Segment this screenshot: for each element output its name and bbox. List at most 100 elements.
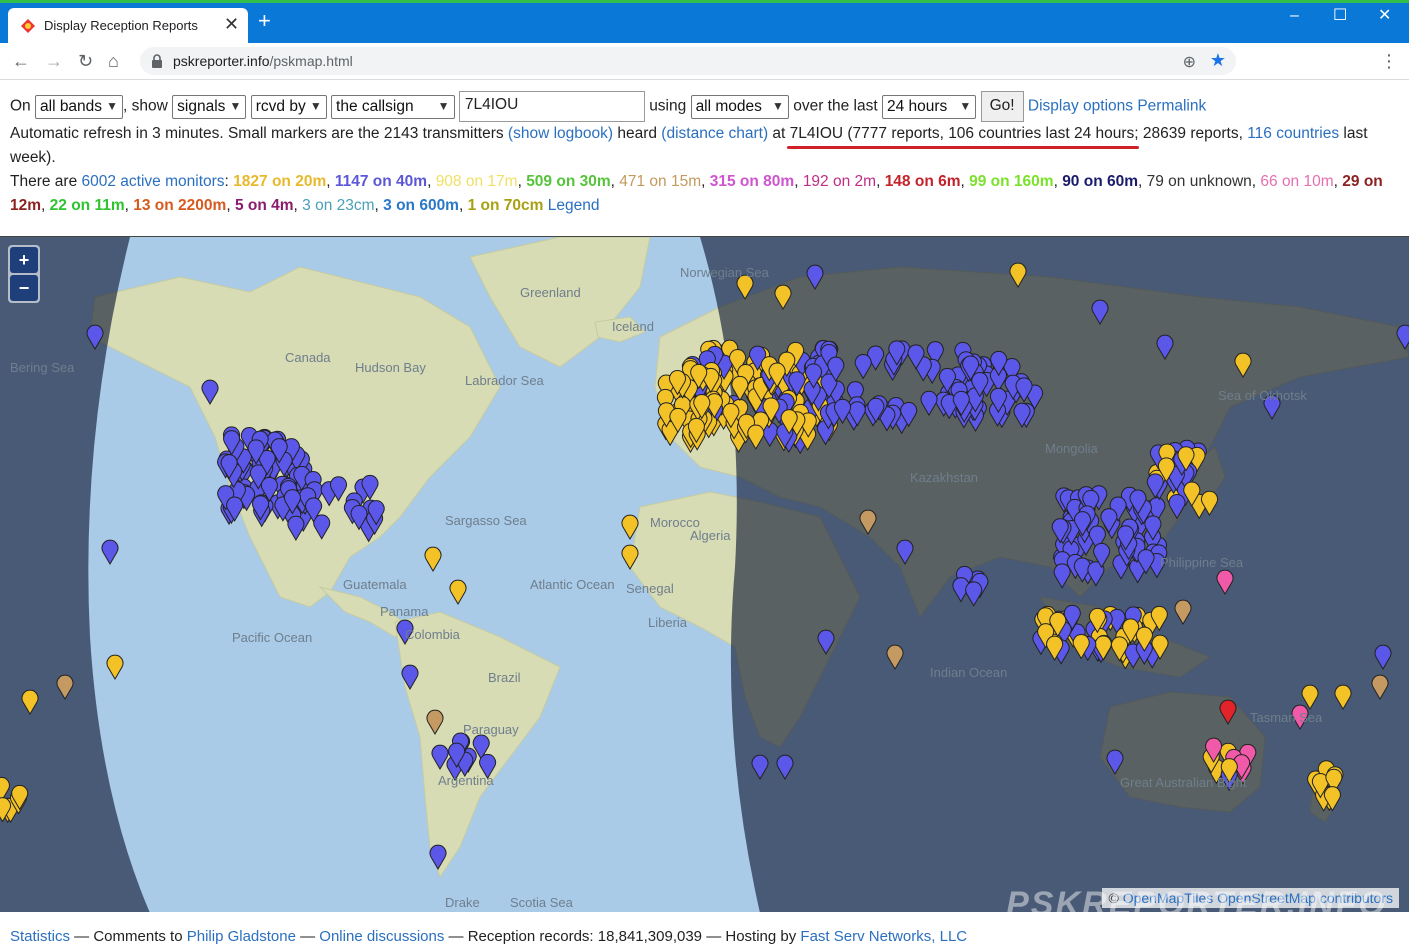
band-separator: , [41,197,50,214]
status-part4: last [1339,125,1368,142]
address-bar[interactable]: pskreporter.info/pskmap.html ⊕ ★ [140,47,1236,75]
red-underline-annotation [787,146,1139,149]
band-count: 22 on 11m [49,197,125,214]
show-label: , show [123,97,168,115]
callsign-input[interactable]: 7L4IOU [458,91,645,122]
monitor-marker[interactable] [106,654,124,680]
browser-tab[interactable]: Display Reception Reports ✕ [8,8,248,43]
minimize-button[interactable]: – [1290,6,1299,26]
on-label: On [10,97,31,115]
band-count: 1147 on 40m [334,173,428,190]
mode-select[interactable]: all modes ▼ [690,94,789,119]
monitors-colon: : [224,173,229,190]
chevron-down-icon: ▼ [772,98,784,113]
band-separator: , [374,197,384,214]
chevron-down-icon: ▼ [437,98,450,113]
band-select[interactable]: all bands ▼ [35,94,124,119]
new-tab-button[interactable]: + [258,10,271,32]
band-count: 90 on 60m [1062,173,1138,190]
bookmark-star-icon[interactable]: ★ [1210,50,1226,71]
reception-map[interactable]: Canada Hudson Bay Labrador Sea Greenland Nor… [0,236,1409,912]
page-footer: Statistics — Comments to Philip Gladston… [10,928,1400,945]
mode-value: all modes [695,97,762,115]
zoom-icon[interactable]: ⊕ [1183,52,1196,72]
status-part3: at 7L4IOU (7777 reports, 106 countries l… [768,125,1248,142]
band-separator: , [610,173,620,190]
legend-link[interactable]: Legend [548,197,600,214]
close-window-button[interactable]: ✕ [1378,6,1391,26]
browser-titlebar: Display Reception Reports ✕ + – ☐ ✕ [0,0,1409,43]
band-separator: , [326,173,335,190]
band-count: 3 on 23cm [302,197,375,214]
distance-chart-link[interactable]: (distance chart) [661,125,768,142]
titlebar-accent [0,0,1409,3]
band-count: 509 on 30m [526,173,611,190]
url-text: pskreporter.info/pskmap.html [173,53,353,69]
zoom-in-button[interactable]: + [10,247,38,273]
reload-icon[interactable]: ↻ [78,51,93,71]
band-separator: , [293,197,303,214]
display-options-link[interactable]: Display options [1028,98,1133,115]
zoom-out-button[interactable]: − [10,275,38,301]
band-separator: , [701,173,710,190]
author-link[interactable]: Philip Gladstone [187,928,296,945]
band-count: 471 on 15m [619,173,702,190]
map-label: Canada [285,350,331,365]
period-value: 24 hours [886,97,948,115]
url-path: /pskmap.html [269,53,353,69]
map-label: Hudson Bay [355,360,426,375]
band-count: 192 on 2m [802,173,877,190]
status-text: Automatic refresh in 3 minutes. Small ma… [10,122,1400,170]
band-separator: , [226,197,235,214]
show-select[interactable]: signals ▼ [172,94,247,119]
forward-arrow-icon[interactable]: → [45,51,63,71]
map-label: Bering Sea [10,360,75,375]
status-part2: heard [613,125,662,142]
map-label: Philippine Sea [1160,555,1244,570]
tab-close-icon[interactable]: ✕ [224,14,239,34]
map-label: Argentina [438,773,494,788]
monitor-marker[interactable] [101,539,119,565]
active-monitors-link[interactable]: 6002 active monitors [82,173,225,190]
using-label: using [649,97,687,115]
browser-menu-icon[interactable]: ⋮ [1380,51,1398,71]
map-label: Scotia Sea [510,895,574,910]
band-separator: , [458,197,468,214]
hosting-link[interactable]: Fast Serv Networks, LLC [800,928,967,945]
query-row: On all bands ▼, show signals ▼ rcvd by ▼ th… [10,91,1405,122]
footer-sep3: — Reception records: 18,841,309,039 — Ho… [444,928,801,945]
map-canvas: Canada Hudson Bay Labrador Sea Greenland Nor… [0,237,1409,912]
map-label: Atlantic Ocean [530,577,615,592]
map-label: Colombia [405,627,461,642]
permalink-link[interactable]: Permalink [1137,98,1206,115]
countries-link[interactable]: 116 countries [1247,125,1339,142]
direction-select[interactable]: rcvd by ▼ [250,94,327,119]
band-separator: , [1138,173,1147,190]
pskreporter-favicon-icon [21,19,35,33]
online-discussions-link[interactable]: Online discussions [319,928,444,945]
statistics-link[interactable]: Statistics [10,928,70,945]
back-arrow-icon[interactable]: ← [12,51,30,71]
map-label: Algeria [690,528,731,543]
chevron-down-icon: ▼ [106,98,119,113]
show-logbook-link[interactable]: (show logbook) [508,125,613,142]
target-value: the callsign [336,97,414,115]
map-label: Norwegian Sea [680,265,770,280]
map-label: Drake [445,895,480,910]
period-select[interactable]: 24 hours ▼ [881,94,977,119]
footer-sep1: — Comments to [70,928,187,945]
monitor-marker[interactable] [449,579,467,605]
band-count: 148 on 6m [884,173,961,190]
lock-icon [152,54,162,68]
monitor-marker[interactable] [424,546,442,572]
over-label: over the last [793,97,878,115]
map-label: Liberia [648,615,688,630]
home-icon[interactable]: ⌂ [108,51,119,71]
target-select[interactable]: the callsign ▼ [331,94,455,119]
band-separator: , [960,173,970,190]
go-button[interactable]: Go! [980,91,1024,122]
map-label: Indian Ocean [930,665,1007,680]
maximize-button[interactable]: ☐ [1333,6,1347,26]
map-label: Sargasso Sea [445,513,527,528]
band-count: 79 on unknown [1146,173,1252,190]
